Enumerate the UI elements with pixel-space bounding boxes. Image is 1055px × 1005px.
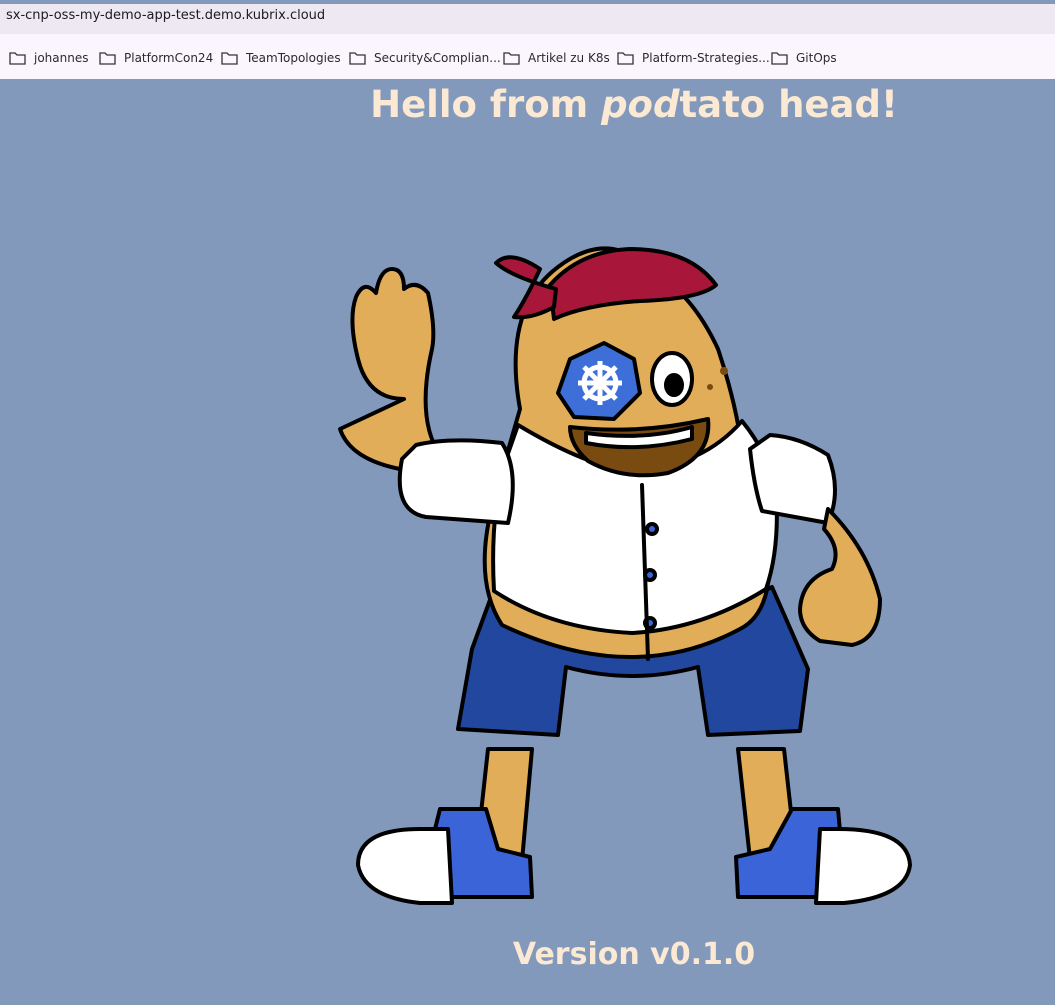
bookmarks-bar: johannes PlatformCon24 TeamTopologies Se…: [0, 34, 1055, 79]
folder-icon: [99, 52, 116, 65]
title-suffix: tato head!: [679, 83, 898, 126]
folder-icon: [221, 52, 238, 65]
url-text[interactable]: sx-cnp-oss-my-demo-app-test.demo.kubrix.…: [6, 9, 325, 22]
bookmark-label: GitOps: [796, 51, 837, 65]
address-bar[interactable]: sx-cnp-oss-my-demo-app-test.demo.kubrix.…: [0, 4, 1055, 34]
title-emphasis: pod: [601, 83, 680, 126]
folder-icon: [503, 52, 520, 65]
bookmark-platform-strategies[interactable]: Platform-Strategies...: [617, 48, 770, 68]
bookmark-artikel-k8s[interactable]: Artikel zu K8s: [503, 48, 610, 68]
bookmark-gitops[interactable]: GitOps: [771, 48, 837, 68]
page-content: Hello from podtato head! Version v0.1.0: [0, 79, 1055, 1005]
bookmark-platformcon24[interactable]: PlatformCon24: [99, 48, 213, 68]
bookmark-label: TeamTopologies: [246, 51, 341, 65]
folder-icon: [617, 52, 634, 65]
folder-icon: [9, 52, 26, 65]
kubernetes-helm-icon: [578, 361, 622, 405]
folder-icon: [349, 52, 366, 65]
version-label: Version v0.1.0: [512, 937, 756, 972]
bookmark-security-compliance[interactable]: Security&Complian...: [349, 48, 501, 68]
bookmark-label: PlatformCon24: [124, 51, 214, 65]
bookmark-label: Artikel zu K8s: [528, 51, 610, 65]
bookmark-johannes[interactable]: johannes: [9, 48, 88, 68]
title-prefix: Hello from: [370, 83, 602, 126]
folder-icon: [771, 52, 788, 65]
page-title: Hello from podtato head!: [0, 79, 1055, 131]
bookmark-teamtopologies[interactable]: TeamTopologies: [221, 48, 341, 68]
bookmark-label: Security&Complian...: [374, 51, 501, 65]
bookmark-label: johannes: [34, 51, 89, 65]
bookmark-label: Platform-Strategies...: [642, 51, 770, 65]
podtato-head-mascot: [338, 246, 912, 905]
